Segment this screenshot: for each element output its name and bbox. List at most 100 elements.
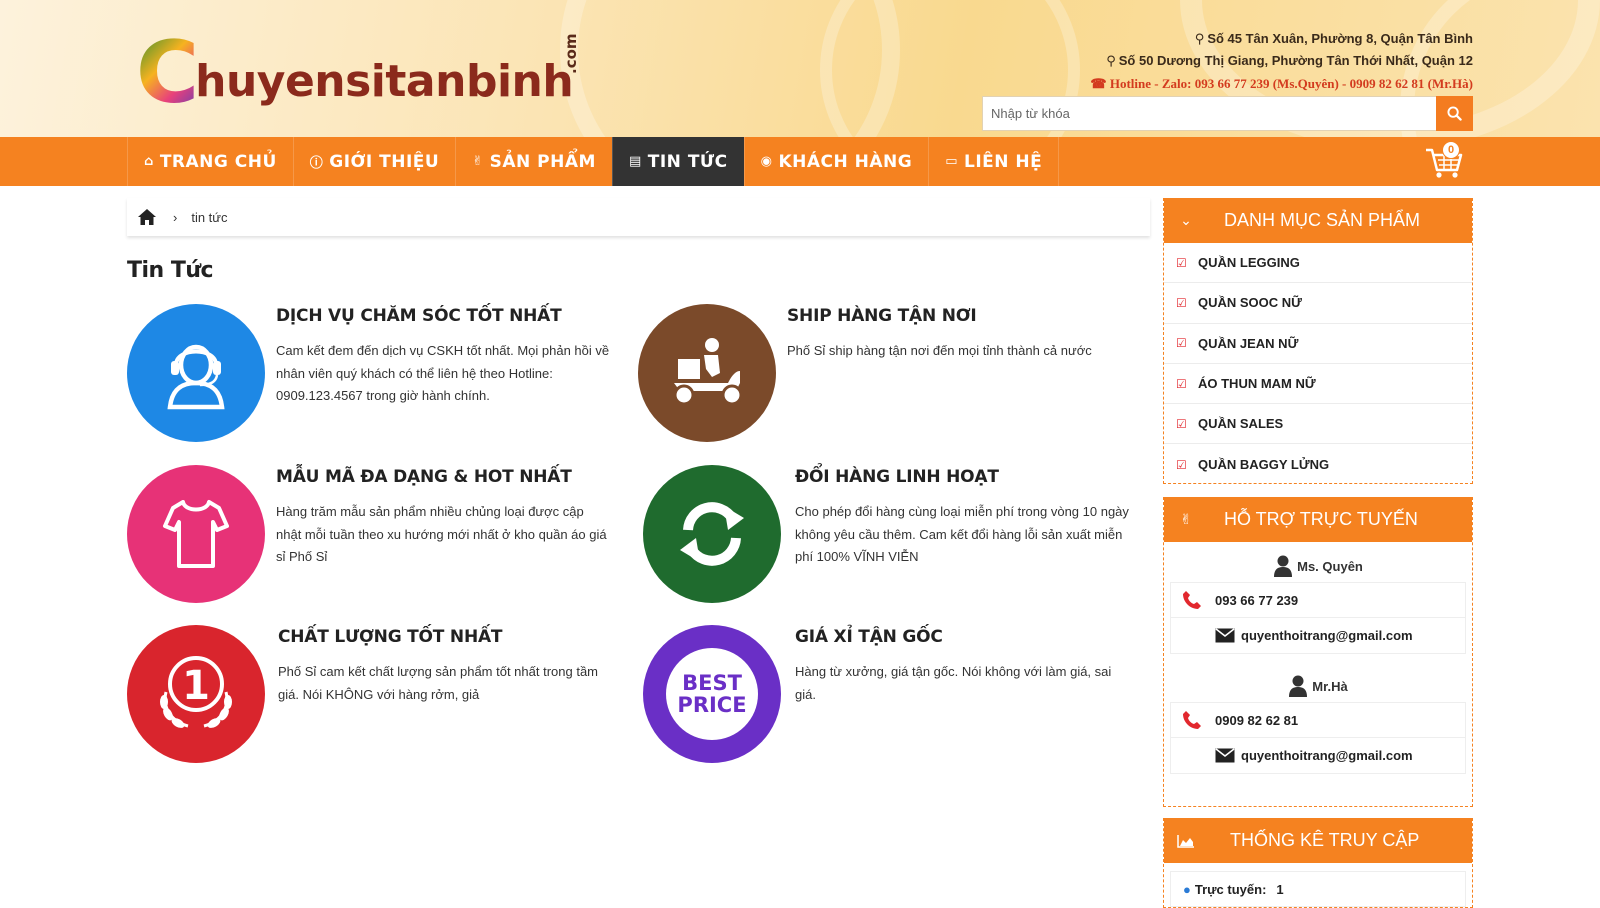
medal-icon: 1 [127, 625, 265, 763]
card-icon: ▭ [945, 154, 958, 169]
online-count: 1 [1276, 881, 1284, 897]
hand-icon: ✌ [472, 154, 484, 169]
site-logo[interactable]: C huyensitanbinh [136, 23, 574, 123]
online-label: Trực tuyến: [1194, 881, 1267, 897]
nav-item-label: GIỚI THIỆU [329, 151, 440, 172]
feature-title[interactable]: ĐỔI HÀNG LINH HOẠT [795, 467, 999, 487]
feature-desc: Hàng trăm mẫu sản phẩm nhiều chủng loại … [276, 504, 607, 564]
address-line-2: ⚲ Số 50 Dương Thị Giang, Phường Tân Thới … [1106, 53, 1473, 69]
check-square-icon: ☑ [1176, 336, 1187, 351]
breadcrumb: › tin tức [127, 198, 1150, 236]
support-contact-card: 0909 82 62 81 quyenthoitrang@gmail.com [1170, 702, 1466, 774]
stats-box-header: THỐNG KÊ TRUY CẬP [1164, 818, 1472, 863]
feature-desc: Cam kết đem đến dịch vụ CSKH tốt nhất. M… [276, 343, 610, 403]
support-email[interactable]: quyenthoitrang@gmail.com [1171, 738, 1465, 773]
category-item[interactable]: ☑ QUẦN BAGGY LỬNG [1164, 444, 1472, 484]
main-nav: ⌂ TRANG CHỦ ⓘ GIỚI THIỆU ✌ SẢN PHẨM ▤ TI… [0, 137, 1600, 186]
globe-icon: ● [1183, 881, 1191, 897]
nav-item-news[interactable]: ▤ TIN TỨC [611, 137, 744, 186]
category-box-header: ⌄ DANH MỤC SẢN PHẨM [1164, 198, 1472, 243]
nav-item-label: KHÁCH HÀNG [778, 151, 913, 172]
breadcrumb-current: tin tức [191, 209, 228, 225]
category-item[interactable]: ☑ QUẦN SOOC NỮ [1164, 283, 1472, 324]
support-box-header: ✌ HỖ TRỢ TRỰC TUYẾN [1164, 497, 1472, 542]
feature-title[interactable]: DỊCH VỤ CHĂM SÓC TỐT NHẤT [276, 306, 562, 326]
search-icon [1447, 106, 1462, 121]
best-price-icon: BEST PRICE [643, 625, 781, 763]
home-icon[interactable] [137, 208, 157, 226]
support-box-title: HỖ TRỢ TRỰC TUYẾN [1224, 509, 1418, 529]
best-price-text: PRICE [677, 693, 747, 717]
check-square-icon: ☑ [1176, 457, 1187, 472]
scooter-icon [638, 304, 776, 442]
feature-desc: Phố Sỉ ship hàng tận nơi đến mọi tỉnh th… [787, 343, 1092, 358]
search-button[interactable] [1436, 96, 1473, 131]
category-box: ⌄ DANH MỤC SẢN PHẨM ☑ QUẦN LEGGING ☑ QUẦ… [1163, 198, 1473, 484]
support-phone[interactable]: 0909 82 62 81 [1171, 703, 1465, 738]
map-pin-icon: ⚲ [1106, 53, 1116, 68]
address-1-text: Số 45 Tân Xuân, Phường 8, Quận Tân Bình [1207, 31, 1473, 46]
circle-icon: ◉ [760, 154, 773, 169]
feature-title[interactable]: CHẤT LƯỢNG TỐT NHẤT [278, 627, 503, 647]
nav-item-about[interactable]: ⓘ GIỚI THIỆU [292, 137, 455, 186]
stats-box-title: THỐNG KÊ TRUY CẬP [1230, 830, 1420, 850]
category-item[interactable]: ☑ ÁO THUN MAM NỮ [1164, 364, 1472, 405]
check-square-icon: ☑ [1176, 295, 1187, 310]
feature-desc: Hàng từ xưởng, giá tận gốc. Nói không vớ… [795, 664, 1112, 702]
logo-letter: C [136, 23, 200, 123]
nav-item-customers[interactable]: ◉ KHÁCH HÀNG [743, 137, 929, 186]
phone-number: 093 66 77 239 [1215, 592, 1299, 608]
hotline: ☎ Hotline - Zalo: 093 66 77 239 (Ms.Quyê… [1090, 76, 1473, 92]
feature-title[interactable]: SHIP HÀNG TẬN NƠI [787, 306, 977, 326]
check-square-icon: ☑ [1176, 416, 1187, 431]
phone-icon [1183, 711, 1201, 729]
map-pin-icon: ⚲ [1194, 31, 1205, 46]
search-input[interactable] [982, 96, 1436, 131]
category-item[interactable]: ☑ QUẦN JEAN NỮ [1164, 324, 1472, 364]
home-icon: ⌂ [144, 154, 154, 169]
check-square-icon: ☑ [1176, 255, 1187, 270]
feature-desc: Cho phép đổi hàng cùng loại miễn phí tro… [795, 504, 1129, 564]
check-square-icon: ☑ [1176, 376, 1187, 391]
support-box: ✌ HỖ TRỢ TRỰC TUYẾN Ms. Quyên 093 66 77 … [1163, 497, 1473, 807]
logo-tld: .com [562, 33, 580, 74]
nav-item-label: TRANG CHỦ [159, 151, 277, 172]
category-box-title: DANH MỤC SẢN PHẨM [1224, 210, 1421, 230]
logo-text: huyensitanbinh [195, 56, 574, 107]
newspaper-icon: ▤ [628, 154, 642, 169]
nav-item-label: TIN TỨC [647, 151, 728, 172]
support-contact-name: Mr.Hà [1164, 670, 1472, 702]
phone-icon [1183, 591, 1201, 609]
category-item[interactable]: ☑ QUẦN LEGGING [1164, 243, 1472, 284]
feature-title[interactable]: GIÁ XỈ TẬN GỐC [795, 627, 943, 647]
category-label: QUẦN BAGGY LỬNG [1198, 457, 1330, 473]
nav-item-home[interactable]: ⌂ TRANG CHỦ [127, 137, 293, 186]
chevron-right-icon: › [173, 209, 178, 225]
feature-title[interactable]: MẪU MÃ ĐA DẠNG & HOT NHẤT [276, 467, 572, 487]
category-label: QUẦN SALES [1198, 416, 1284, 432]
support-email[interactable]: quyenthoitrang@gmail.com [1171, 618, 1465, 653]
nav-item-contact[interactable]: ▭ LIÊN HỆ [928, 137, 1060, 186]
contact-name-text: Mr.Hà [1312, 678, 1348, 694]
svg-text:1: 1 [182, 663, 210, 709]
envelope-icon [1215, 628, 1235, 643]
phone-icon: ☎ [1090, 76, 1107, 91]
nav-item-label: SẢN PHẨM [489, 151, 596, 172]
area-chart-icon [1164, 834, 1208, 848]
email-address: quyenthoitrang@gmail.com [1241, 748, 1413, 763]
page-title: Tin Tức [127, 258, 214, 283]
address-2-text: Số 50 Dương Thị Giang, Phường Tân Thới N… [1118, 53, 1473, 68]
online-count-row: ● Trực tuyến: 1 [1170, 871, 1466, 907]
category-item[interactable]: ☑ QUẦN SALES [1164, 404, 1472, 445]
email-address: quyenthoitrang@gmail.com [1241, 628, 1413, 643]
support-phone[interactable]: 093 66 77 239 [1171, 583, 1465, 618]
shirt-icon [127, 465, 265, 603]
category-label: QUẦN SOOC NỮ [1198, 295, 1302, 311]
stats-box: THỐNG KÊ TRUY CẬP ● Trực tuyến: 1 [1163, 818, 1473, 908]
chevron-down-icon: ⌄ [1180, 212, 1192, 228]
address-line-1: ⚲ Số 45 Tân Xuân, Phường 8, Quận Tân Bình [1195, 31, 1473, 47]
user-icon [1274, 555, 1293, 577]
site-header: C huyensitanbinh .com ⚲ Số 45 Tân Xuân, P… [0, 0, 1600, 137]
nav-item-products[interactable]: ✌ SẢN PHẨM [455, 137, 612, 186]
search-box [982, 96, 1473, 131]
